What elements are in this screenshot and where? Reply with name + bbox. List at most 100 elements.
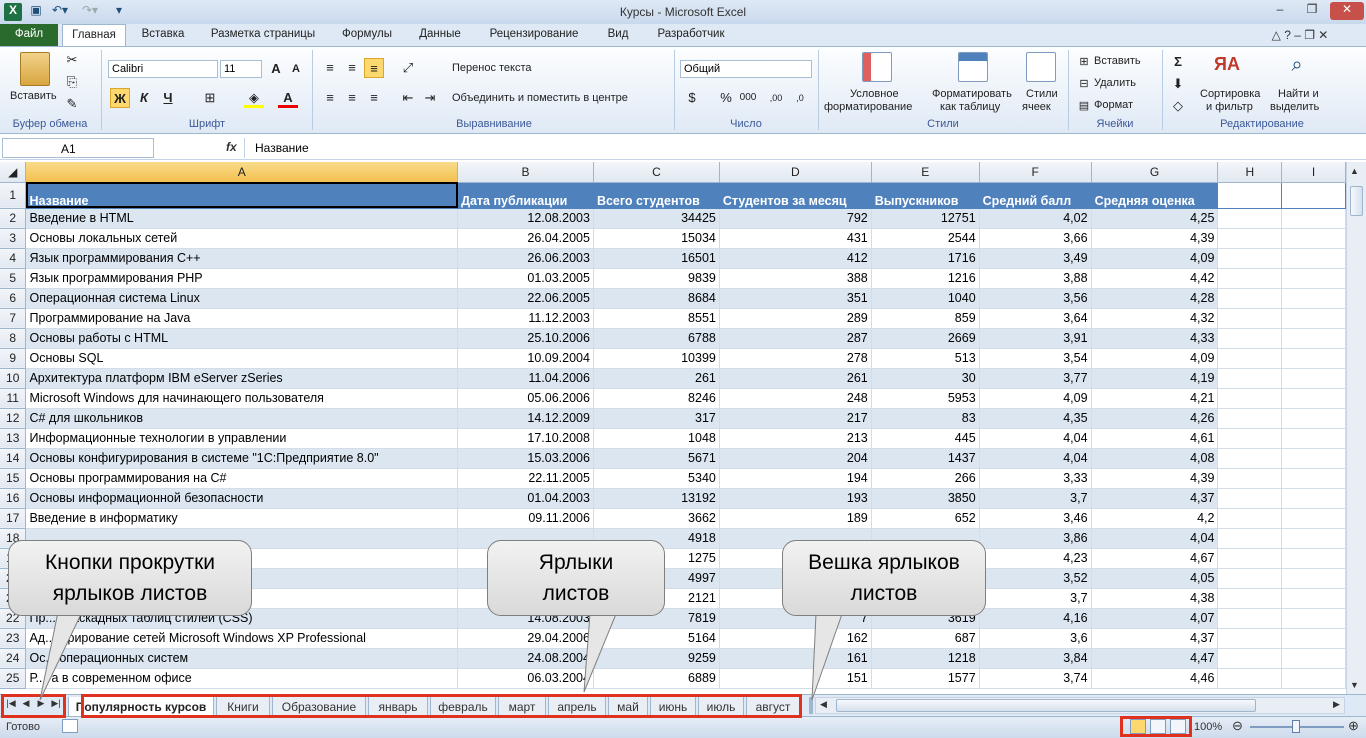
tab-split-handle[interactable] bbox=[809, 697, 813, 714]
underline-button[interactable]: Ч bbox=[158, 88, 178, 108]
table-cell[interactable]: 4,02 bbox=[979, 208, 1092, 229]
empty-cell[interactable] bbox=[1281, 328, 1346, 349]
table-cell[interactable]: 4,19 bbox=[1091, 368, 1219, 389]
table-cell[interactable]: 26.04.2005 bbox=[457, 228, 594, 249]
table-cell[interactable]: Язык программирования PHP bbox=[25, 268, 459, 289]
table-cell[interactable]: 1216 bbox=[871, 268, 980, 289]
row-number[interactable]: 24 bbox=[0, 648, 27, 669]
format-as-table-icon[interactable] bbox=[958, 52, 988, 82]
table-cell[interactable]: 687 bbox=[871, 628, 980, 649]
tab-page-layout[interactable]: Разметка страницы bbox=[200, 24, 326, 46]
empty-cell[interactable] bbox=[1217, 588, 1283, 609]
table-cell[interactable]: 4,47 bbox=[1091, 648, 1219, 669]
table-cell[interactable]: 261 bbox=[719, 368, 872, 389]
row-number[interactable]: 13 bbox=[0, 428, 27, 449]
empty-cell[interactable] bbox=[1281, 668, 1346, 689]
empty-cell[interactable] bbox=[1281, 608, 1346, 629]
insert-cells-button[interactable]: Вставить bbox=[1094, 55, 1141, 67]
table-cell[interactable]: 25.10.2006 bbox=[457, 328, 594, 349]
empty-cell[interactable] bbox=[1217, 528, 1283, 549]
sort-filter-line2[interactable]: и фильтр bbox=[1206, 101, 1253, 113]
table-cell[interactable]: 11.04.2006 bbox=[457, 368, 594, 389]
table-cell[interactable]: 4,09 bbox=[1091, 248, 1219, 269]
row-number[interactable]: 5 bbox=[0, 268, 27, 289]
table-cell[interactable]: 1218 bbox=[871, 648, 980, 669]
font-size-combo[interactable]: 11 bbox=[220, 60, 262, 78]
row-number[interactable]: 7 bbox=[0, 308, 27, 329]
empty-cell[interactable] bbox=[1281, 628, 1346, 649]
table-cell[interactable]: 22.11.2005 bbox=[457, 468, 594, 489]
table-cell[interactable]: Информационные технологии в управлении bbox=[25, 428, 459, 449]
tab-file[interactable]: Файл bbox=[0, 24, 58, 46]
column-header[interactable]: B bbox=[457, 162, 594, 183]
column-header[interactable]: E bbox=[871, 162, 980, 183]
decrease-indent-icon[interactable]: ⇤ bbox=[398, 88, 418, 108]
select-all-corner[interactable]: ◢ bbox=[0, 162, 27, 183]
format-cells-button[interactable]: Формат bbox=[1094, 99, 1133, 111]
table-cell[interactable]: 792 bbox=[719, 208, 872, 229]
row-number[interactable]: 12 bbox=[0, 408, 27, 429]
table-cell[interactable]: 3,49 bbox=[979, 248, 1092, 269]
table-cell[interactable]: 9259 bbox=[593, 648, 720, 669]
table-cell[interactable]: 01.04.2003 bbox=[457, 488, 594, 509]
empty-cell[interactable] bbox=[1281, 388, 1346, 409]
delete-cells-icon[interactable]: ⊟ bbox=[1074, 74, 1094, 94]
align-center-icon[interactable]: ≡ bbox=[342, 88, 362, 108]
table-cell[interactable]: Введение в информатику bbox=[25, 508, 459, 529]
table-cell[interactable]: 4,2 bbox=[1091, 508, 1219, 529]
name-box[interactable]: A1 bbox=[2, 138, 154, 158]
decrease-decimal-icon[interactable]: ,0 bbox=[790, 88, 810, 108]
horizontal-scroll-thumb[interactable] bbox=[836, 699, 1256, 712]
ribbon-window-controls[interactable]: △ ? – ❐ ✕ bbox=[1240, 28, 1360, 46]
table-cell[interactable]: 4,09 bbox=[1091, 348, 1219, 369]
table-cell[interactable]: 4,07 bbox=[1091, 608, 1219, 629]
table-cell[interactable]: 16501 bbox=[593, 248, 720, 269]
header-cell[interactable]: Выпускников bbox=[871, 182, 980, 209]
row-number[interactable]: 3 bbox=[0, 228, 27, 249]
table-cell[interactable]: 204 bbox=[719, 448, 872, 469]
row-number[interactable]: 23 bbox=[0, 628, 27, 649]
empty-cell[interactable] bbox=[1281, 228, 1346, 249]
insert-function-button[interactable]: fx bbox=[226, 140, 237, 154]
table-cell[interactable]: 6889 bbox=[593, 668, 720, 689]
row-number[interactable]: 14 bbox=[0, 448, 27, 469]
header-cell[interactable]: Студентов за месяц bbox=[719, 182, 872, 209]
empty-cell[interactable] bbox=[1217, 182, 1283, 209]
row-number[interactable]: 15 bbox=[0, 468, 27, 489]
table-cell[interactable]: 5671 bbox=[593, 448, 720, 469]
empty-cell[interactable] bbox=[1281, 348, 1346, 369]
insert-cells-icon[interactable]: ⊞ bbox=[1074, 52, 1094, 72]
table-cell[interactable]: 1716 bbox=[871, 248, 980, 269]
table-cell[interactable]: 4,04 bbox=[979, 428, 1092, 449]
table-cell[interactable]: 9839 bbox=[593, 268, 720, 289]
table-cell[interactable]: 5164 bbox=[593, 628, 720, 649]
empty-cell[interactable] bbox=[1217, 648, 1283, 669]
table-cell[interactable]: 3,84 bbox=[979, 648, 1092, 669]
table-cell[interactable]: 1040 bbox=[871, 288, 980, 309]
empty-cell[interactable] bbox=[1281, 508, 1346, 529]
header-cell[interactable]: Средний балл bbox=[979, 182, 1092, 209]
table-cell[interactable]: 14.12.2009 bbox=[457, 408, 594, 429]
table-cell[interactable]: 3,33 bbox=[979, 468, 1092, 489]
column-header[interactable]: F bbox=[979, 162, 1092, 183]
table-cell[interactable]: 26.06.2003 bbox=[457, 248, 594, 269]
scroll-up-icon[interactable]: ▲ bbox=[1350, 166, 1359, 176]
empty-cell[interactable] bbox=[1217, 228, 1283, 249]
table-cell[interactable]: 12751 bbox=[871, 208, 980, 229]
table-cell[interactable]: 4,04 bbox=[1091, 528, 1219, 549]
table-cell[interactable]: 3,74 bbox=[979, 668, 1092, 689]
format-painter-icon[interactable]: ✎ bbox=[62, 94, 82, 114]
cut-icon[interactable]: ✂ bbox=[62, 50, 82, 70]
table-cell[interactable]: 859 bbox=[871, 308, 980, 329]
table-cell[interactable]: 1577 bbox=[871, 668, 980, 689]
table-cell[interactable]: 8684 bbox=[593, 288, 720, 309]
fill-color-icon[interactable]: ◈ bbox=[244, 88, 264, 108]
align-middle-icon[interactable]: ≡ bbox=[342, 58, 362, 78]
table-cell[interactable]: Язык программирования C++ bbox=[25, 248, 459, 269]
row-number[interactable]: 8 bbox=[0, 328, 27, 349]
format-cells-icon[interactable]: ▤ bbox=[1074, 96, 1094, 116]
zoom-level[interactable]: 100% bbox=[1194, 721, 1222, 733]
table-cell[interactable]: 189 bbox=[719, 508, 872, 529]
empty-cell[interactable] bbox=[1217, 608, 1283, 629]
empty-cell[interactable] bbox=[1217, 448, 1283, 469]
